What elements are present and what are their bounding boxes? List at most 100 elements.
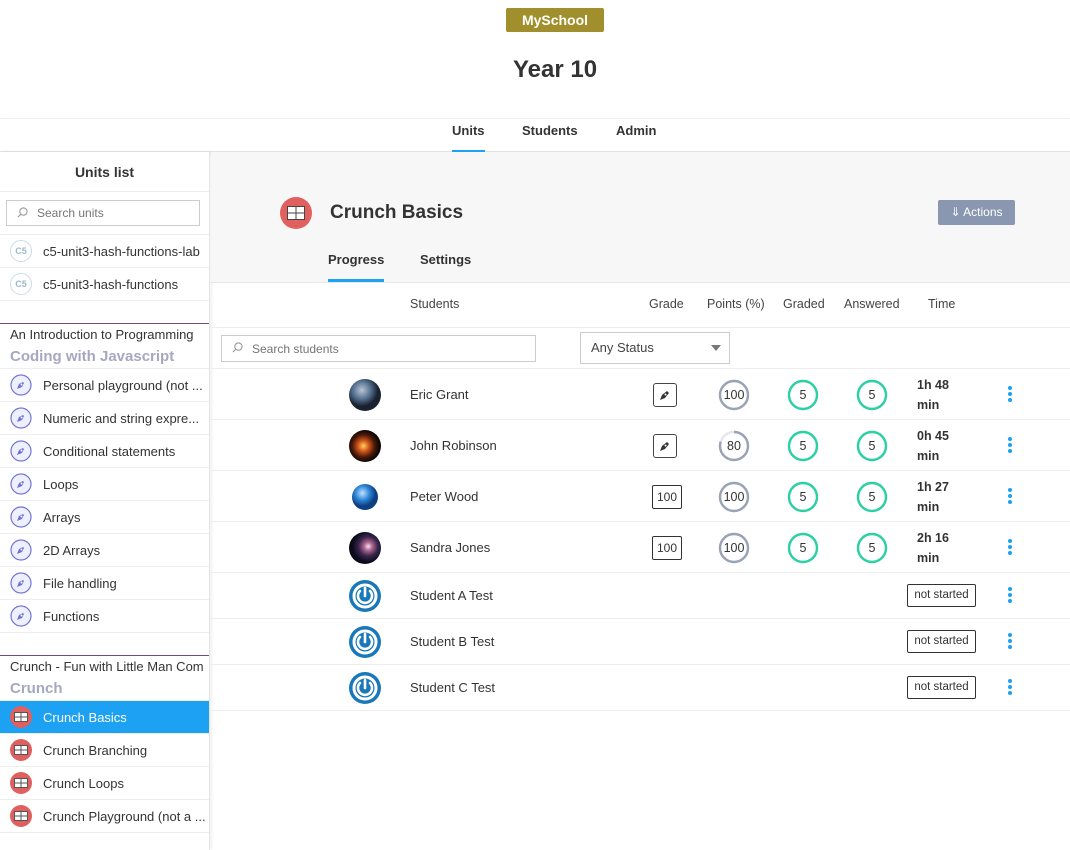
units-search-input[interactable]	[7, 201, 199, 225]
top-navigation: Units Students Admin	[0, 118, 1070, 153]
tab-units[interactable]: Units	[452, 123, 485, 153]
pen-icon	[10, 374, 32, 396]
student-name[interactable]: Student C Test	[410, 680, 495, 695]
status-filter-value: Any Status	[591, 340, 654, 355]
grade-value[interactable]: 100	[652, 485, 682, 509]
unit-header: Crunch Basics ⇓ Actions Progress Setting…	[211, 152, 1070, 283]
answered-ring: 5	[856, 532, 888, 564]
pen-icon	[10, 539, 32, 561]
more-options-icon[interactable]	[1007, 488, 1013, 508]
table-row: Student B Test not started	[211, 619, 1070, 665]
more-options-icon[interactable]	[1007, 386, 1013, 406]
student-avatar	[349, 532, 381, 564]
sidebar-item-label: Crunch Playground (not a ...	[43, 808, 206, 824]
group-heading-intro-programming: An Introduction to Programming	[0, 323, 209, 345]
pen-icon	[10, 572, 32, 594]
student-name[interactable]: John Robinson	[410, 438, 497, 453]
answered-ring-value: 5	[868, 388, 876, 402]
tab-progress[interactable]: Progress	[328, 252, 385, 282]
more-options-icon[interactable]	[1007, 437, 1013, 457]
time-value: 2h 16	[917, 531, 949, 545]
time-unit: min	[917, 398, 940, 412]
answered-ring-value: 5	[868, 439, 876, 453]
table-row: Eric Grant 100 5 5 1h 48 min	[211, 369, 1070, 420]
sidebar-item-file-handling[interactable]: File handling	[0, 567, 209, 600]
students-search-box	[221, 335, 536, 362]
more-options-icon[interactable]	[1007, 633, 1013, 653]
crunch-icon	[10, 772, 32, 794]
search-icon	[232, 342, 243, 353]
tab-settings[interactable]: Settings	[420, 252, 471, 282]
sidebar-item-label: Arrays	[43, 509, 81, 525]
grade-pen-icon[interactable]	[653, 383, 677, 407]
sidebar-item-loops[interactable]: Loops	[0, 468, 209, 501]
grade-pen-icon[interactable]	[653, 434, 677, 458]
points-ring: 100	[718, 532, 750, 564]
more-options-icon[interactable]	[1007, 679, 1013, 699]
sidebar-item-label: Crunch Branching	[43, 742, 148, 758]
tab-students[interactable]: Students	[522, 123, 578, 153]
time-unit: min	[917, 500, 940, 514]
sidebar-item-numeric-and-string-expre[interactable]: Numeric and string expre...	[0, 402, 209, 435]
student-avatar	[349, 430, 381, 462]
status-filter-select[interactable]: Any Status	[580, 332, 730, 364]
column-header-time: Time	[928, 297, 956, 311]
sidebar-item-hash-functions-lab[interactable]: C5 c5-unit3-hash-functions-lab	[0, 235, 209, 268]
points-ring: 100	[718, 379, 750, 411]
time-unit: min	[917, 449, 940, 463]
student-name[interactable]: Sandra Jones	[410, 540, 490, 555]
sidebar-item-crunch-playground-not-a[interactable]: Crunch Playground (not a ...	[0, 800, 209, 833]
students-search-input[interactable]	[222, 336, 535, 361]
school-badge[interactable]: MySchool	[506, 8, 604, 32]
column-header-students: Students	[410, 297, 460, 311]
more-options-icon[interactable]	[1007, 539, 1013, 559]
actions-button[interactable]: ⇓ Actions	[938, 200, 1015, 225]
tab-admin[interactable]: Admin	[616, 123, 656, 153]
units-sidebar: Units list C5 c5-unit3-hash-functions-la…	[0, 152, 210, 850]
sidebar-item-crunch-basics[interactable]: Crunch Basics	[0, 701, 209, 734]
sidebar-item-label: Loops	[43, 476, 79, 492]
crunch-icon	[10, 706, 32, 728]
answered-ring-value: 5	[868, 541, 876, 555]
sidebar-item-functions[interactable]: Functions	[0, 600, 209, 633]
sidebar-item-label: c5-unit3-hash-functions	[43, 276, 179, 292]
graded-ring-value: 5	[799, 490, 807, 504]
pen-icon	[10, 506, 32, 528]
sidebar-item-crunch-branching[interactable]: Crunch Branching	[0, 734, 209, 767]
points-ring-value: 80	[727, 439, 741, 453]
status-badge: not started	[907, 676, 976, 699]
time-unit: min	[917, 551, 940, 565]
c5-icon: C5	[10, 240, 32, 262]
table-row: Peter Wood 100 100 5 5 1h 27 min	[211, 471, 1070, 522]
more-options-icon[interactable]	[1007, 587, 1013, 607]
sidebar-item-conditional-statements[interactable]: Conditional statements	[0, 435, 209, 468]
power-icon	[349, 626, 381, 658]
page-title: Year 10	[512, 56, 598, 83]
student-name[interactable]: Eric Grant	[410, 387, 469, 402]
sidebar-item-personal-playground-not[interactable]: Personal playground (not ...	[0, 369, 209, 402]
pen-icon	[10, 407, 32, 429]
pen-icon	[10, 473, 32, 495]
student-name[interactable]: Student B Test	[410, 634, 494, 649]
student-name[interactable]: Student A Test	[410, 588, 493, 603]
time-spent: 0h 45 min	[917, 426, 949, 466]
column-header-points: Points (%)	[707, 297, 765, 311]
time-value: 1h 27	[917, 480, 949, 494]
filter-row: Any Status	[211, 327, 1070, 369]
sidebar-item-hash-functions[interactable]: C5 c5-unit3-hash-functions	[0, 268, 209, 301]
search-icon	[17, 207, 28, 218]
student-name[interactable]: Peter Wood	[410, 489, 478, 504]
grade-value[interactable]: 100	[652, 536, 682, 560]
sidebar-item-crunch-loops[interactable]: Crunch Loops	[0, 767, 209, 800]
sidebar-item-label: c5-unit3-hash-functions-lab	[43, 243, 200, 259]
points-ring-value: 100	[723, 388, 745, 402]
table-row: Student A Test not started	[211, 573, 1070, 619]
table-row: John Robinson 80 5 5 0h 45 min	[211, 420, 1070, 471]
column-header-grade: Grade	[649, 297, 684, 311]
sidebar-item-2d-arrays[interactable]: 2D Arrays	[0, 534, 209, 567]
sidebar-item-arrays[interactable]: Arrays	[0, 501, 209, 534]
points-ring: 80	[718, 430, 750, 462]
time-spent: 2h 16 min	[917, 528, 949, 568]
time-spent: 1h 48 min	[917, 375, 949, 415]
time-spent: 1h 27 min	[917, 477, 949, 517]
